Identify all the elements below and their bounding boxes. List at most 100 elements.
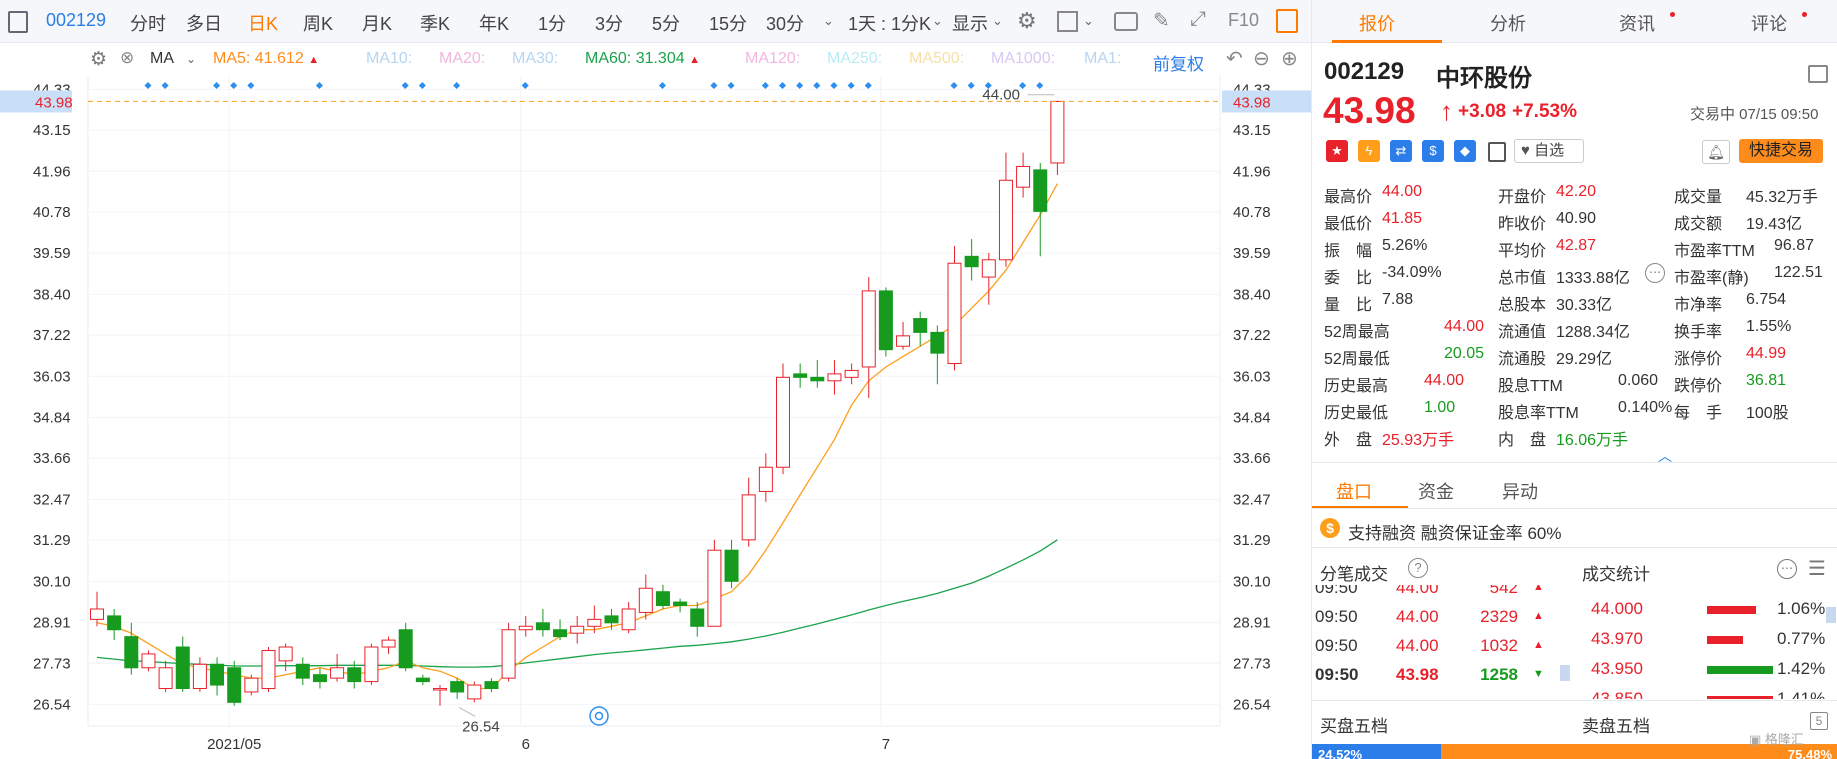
period-tab-30min[interactable]: 30分 [766,10,804,36]
candle[interactable] [827,360,842,395]
period-tab-monthly[interactable]: 月K [362,10,392,36]
undo-icon[interactable]: ↶ [1226,46,1243,71]
period-tab-5min[interactable]: 5分 [652,10,680,36]
candle[interactable] [1050,100,1065,176]
candle[interactable] [793,363,808,388]
indicator-close-icon[interactable]: ⊗ [120,48,134,68]
candle[interactable] [415,674,430,686]
candle[interactable] [878,287,893,357]
event-marker-icon[interactable] [213,81,221,90]
stats-row[interactable]: 44.000 1.06% [1582,599,1832,625]
kline-chart-area[interactable]: 44.33 44.33 43.15 43.15 41.96 41.96 40.78 40.78… [0,76,1311,759]
candle[interactable] [690,602,705,637]
event-marker-icon[interactable] [796,81,804,90]
market-cap-more-icon[interactable]: ⋯ [1645,263,1665,283]
tab-news[interactable]: 资讯 [1619,10,1655,36]
shuffle-icon[interactable]: ⇄ [1390,140,1412,162]
draw-pencil-icon[interactable]: ✎ [1153,8,1170,33]
candle[interactable] [227,660,242,706]
period-tab-yearly[interactable]: 年K [479,10,509,36]
candle[interactable] [192,657,207,692]
event-marker-icon[interactable] [830,81,838,90]
event-marker-icon[interactable] [401,81,409,90]
list-menu-icon[interactable]: ☰ [1808,556,1826,581]
camera-icon[interactable] [1114,12,1138,31]
event-marker-icon[interactable] [813,81,821,90]
trade-row[interactable]: 09:50 44.00 542 ▲ [1312,585,1562,604]
stats-scrollbar[interactable] [1826,607,1836,623]
candle[interactable] [981,252,996,305]
layout-box-icon[interactable] [1057,11,1078,32]
candle[interactable] [844,363,859,385]
expand-panel-icon[interactable] [1808,65,1828,83]
stats-row[interactable]: 43.950 1.42% [1582,659,1832,685]
event-marker-icon[interactable] [950,81,958,90]
event-marker-icon[interactable] [710,81,718,90]
sidebar-toggle-icon[interactable] [8,11,28,33]
period-dropdown-chevron-icon[interactable]: ⌄ [932,13,943,29]
candle[interactable] [535,608,550,637]
period-tab-intraday[interactable]: 分时 [130,10,166,36]
layout-chevron-icon[interactable]: ⌄ [1083,13,1094,29]
candle[interactable] [175,636,190,692]
candle[interactable] [484,678,499,692]
period-tab-multiday[interactable]: 多日 [186,10,222,36]
candle[interactable] [312,667,327,689]
watchlist-button[interactable]: ♥ 自选 [1514,139,1584,163]
subtab-alerts[interactable]: 异动 [1502,478,1538,504]
candle[interactable] [244,674,259,696]
event-marker-icon[interactable] [727,81,735,90]
candle[interactable] [433,685,447,706]
event-marker-icon[interactable] [418,81,426,90]
event-marker-icon[interactable] [1019,81,1027,90]
period-tab-3min[interactable]: 3分 [595,10,623,36]
quick-trade-button[interactable]: 快捷交易 [1739,139,1823,163]
event-marker-icon[interactable] [315,81,323,90]
document-icon[interactable] [1488,142,1506,162]
period-dropdown[interactable]: 1天 : 1分K [848,10,931,36]
candle[interactable] [467,681,482,703]
trade-row[interactable]: 09:50 44.00 2329 ▲ [1312,607,1562,633]
trades-scrollbar[interactable] [1560,665,1570,681]
settings-gear-icon[interactable]: ⚙ [1017,8,1037,34]
event-marker-icon[interactable] [247,81,255,90]
candle[interactable] [964,239,979,281]
candle[interactable] [673,598,688,613]
event-marker-icon[interactable] [778,81,787,90]
candle[interactable] [278,643,293,672]
subtab-funds[interactable]: 资金 [1418,478,1454,504]
candle[interactable] [724,539,739,589]
indicator-type-chevron-icon[interactable]: ⌄ [186,52,196,66]
candle[interactable] [998,152,1013,267]
more-options-icon[interactable]: ⋯ [1777,559,1797,579]
stock-code-label[interactable]: 002129 [46,10,106,31]
candle[interactable] [107,608,122,641]
book-level-icon[interactable]: 5 [1810,712,1828,730]
stats-row[interactable]: 43.970 0.77% [1582,629,1832,655]
candle[interactable] [330,653,345,682]
candle[interactable] [450,678,465,699]
stats-row[interactable]: 43.850 1.41% [1582,689,1832,699]
event-marker-icon[interactable] [847,81,855,90]
event-marker-icon[interactable] [1036,81,1044,90]
candle[interactable] [501,622,516,682]
bell-icon[interactable]: 🔔︎ [1702,140,1730,164]
event-marker-icon[interactable] [761,81,769,90]
event-marker-icon[interactable] [967,81,975,90]
zoom-out-icon[interactable]: ⊖ [1253,46,1270,71]
candle[interactable] [896,322,911,350]
fullscreen-icon[interactable]: ⤢ [1190,8,1206,31]
candle[interactable] [930,325,945,385]
lightning-icon[interactable]: ϟ [1358,140,1380,162]
candle[interactable] [913,311,928,347]
period-more-chevron-icon[interactable]: ⌄ [823,13,834,29]
candle[interactable] [621,602,636,634]
event-marker-icon[interactable] [453,81,461,90]
side-panel-toggle-icon[interactable] [1276,9,1298,33]
candle[interactable] [124,622,139,675]
adjust-mode-button[interactable]: 前复权 [1153,50,1204,75]
collapse-chevron-icon[interactable]: ︿ [1658,446,1672,466]
event-marker-icon[interactable] [864,81,872,90]
f10-button[interactable]: F10 [1228,10,1259,31]
candle[interactable] [295,657,310,686]
